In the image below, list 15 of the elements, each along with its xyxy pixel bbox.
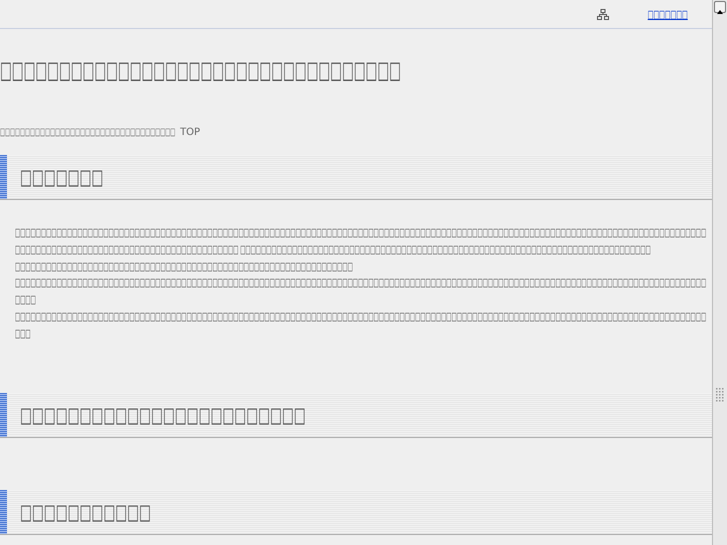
page-title: □□□□□□□□□□□□□□□□□□□□□□□□□□□□□□□□□□	[0, 55, 401, 85]
sitemap-icon	[597, 8, 610, 20]
scroll-up-button[interactable]	[714, 1, 726, 13]
section-heading: □□□□□□□□□□□	[20, 500, 151, 524]
accent-bar	[0, 155, 7, 199]
accent-bar	[0, 392, 7, 437]
section-heading: □□□□□□□	[20, 165, 104, 189]
section-paragraph: □□□□□□□□□□□□□□□□□□□□□□□□□□□□□□□□□□□□□□□□□□□□□□□□□□□□□□□□□□□□□□□□□□□□□□□□□□□□□□□□□□□□□□□□□□□□□□□□□□□□□□□□□□□□□□□□□□□□□□□□□□□□□□□□□□□□□□□□□□□□□□□□□□□□□□□□□□□□□□□□□□□□□□□□□□□□□□□□ □□□□□□□□□□□□□□□□□□□□□□□□□□□□□□□□□□□□□□□□□□□□□□□□□□□□□□□□□□□□□□□□□□□□□□□□□□□□□□□ □□□□□□□□□□□□□□□□□□□□□□□□□□□□□□□□□□□□□□□□□□□□□□□□□□□□□□□□□□□□□□□□□ □□□□□□□□□□□□□□□□□□□□□□□□□□□□□□□□□□□□□□□□□□□□□□□□□□□□□□□□□□□□□□□□□□□□□□□□□□□□□□□□□□□□□□□□□□□□□□□□□□□□□□□□□□□□□□□□□□□□□□□□□□□□□□□□□□□□□□□□□ □□□□□□□□□□□□□□□□□□□□□□□□□□□□□□□□□□□□□□□□□□□□□□□□□□□□□□□□□□□□□□□□□□□□□□□□□□□□□□□□□□□□□□□□□□□□□□□□□□□□□□□□□□□□□□□□□□□□□□□□□□□□□□□□□□□□□□□□	[15, 225, 708, 342]
breadcrumb-link[interactable]: TOP	[180, 127, 200, 138]
section-heading: □□□□□□□□□□□□□□□□□□□□□□□□	[20, 402, 306, 427]
accent-bar	[0, 490, 7, 534]
sitemap-link[interactable]: □□□□□□□	[648, 8, 688, 20]
grip-icon	[716, 388, 725, 402]
scrollbar[interactable]	[712, 0, 727, 545]
breadcrumb-text: □□□□□□□□□□□□□□□□□□□□□□□□□□□□□□□□□□□	[0, 127, 176, 138]
